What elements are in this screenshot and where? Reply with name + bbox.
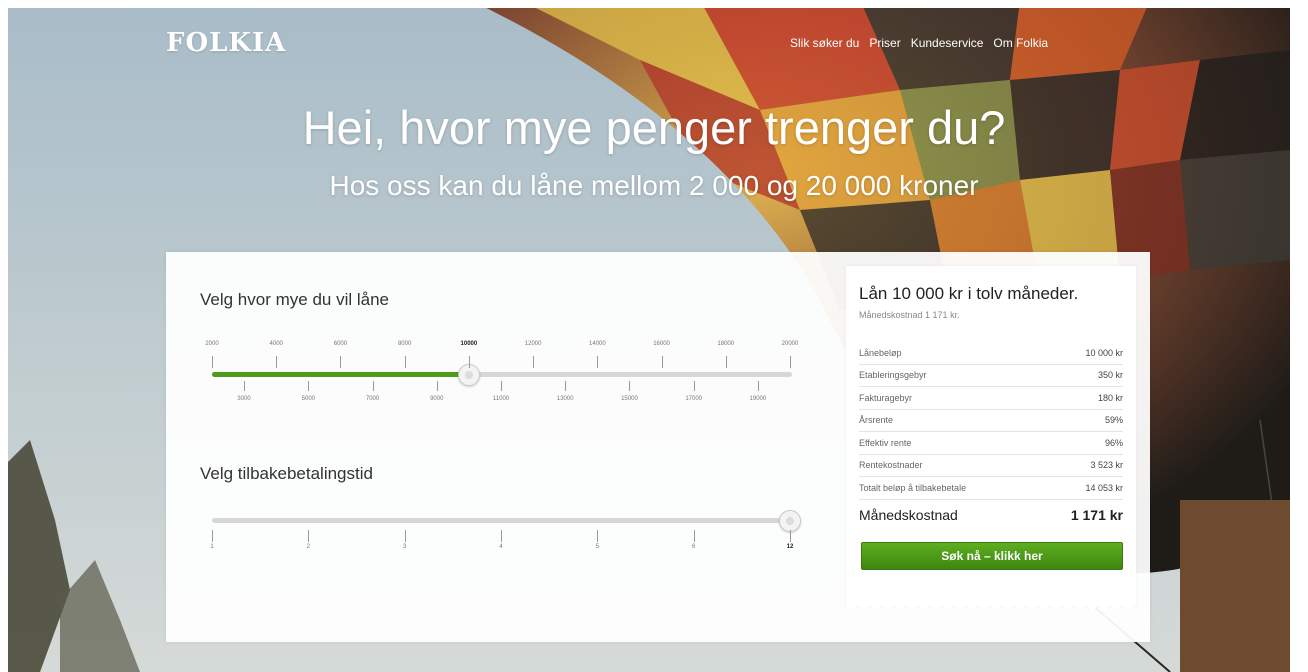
amount-tick-label: 14000 <box>588 341 606 347</box>
amount-tick-label: 18000 <box>717 341 735 347</box>
amount-tick-minor <box>372 381 374 391</box>
amount-tick-label: 3000 <box>237 396 251 402</box>
term-tick <box>308 530 310 542</box>
term-tick-label: 5 <box>595 544 599 550</box>
summary-row-rentekostnader: Rentekostnader 3 523 kr <box>859 455 1123 477</box>
summary-rows: Lånebeløp 10 000 kr Etableringsgebyr 350… <box>859 342 1123 530</box>
amount-tick-major <box>790 356 791 368</box>
term-tick-label: 1 <box>210 544 214 550</box>
amount-tick-label: 5000 <box>301 396 315 402</box>
row-value: 96% <box>1104 437 1123 448</box>
amount-tick-major <box>597 356 599 368</box>
amount-tick-major <box>661 356 663 368</box>
term-tick-label: 4 <box>499 544 503 550</box>
row-value: 59% <box>1104 415 1123 426</box>
amount-tick-major <box>533 356 535 368</box>
summary-row-lanebelop: Lånebeløp 10 000 kr <box>859 342 1123 365</box>
nav-link-om-folkia[interactable]: Om Folkia <box>993 36 1048 50</box>
amount-tick-label: 16000 <box>653 341 670 347</box>
folkia-logo[interactable]: FOLKIA <box>166 28 286 58</box>
amount-tick-major <box>212 356 213 368</box>
summary-row-effektiv-rente: Effektiv rente 96% <box>859 432 1123 455</box>
amount-tick-minor <box>244 381 246 391</box>
term-tick <box>597 530 599 542</box>
summary-row-etableringsgebyr: Etableringsgebyr 350 kr <box>859 365 1123 387</box>
amount-tick-label: 12000 <box>524 341 542 347</box>
amount-tick-label: 7000 <box>365 396 380 402</box>
amount-tick-label: 2000 <box>205 341 219 347</box>
amount-tick-label: 10000 <box>460 341 478 347</box>
main-nav: Slik søker du Priser Kundeservice Om Fol… <box>790 36 1048 50</box>
amount-tick-major <box>725 356 727 368</box>
amount-tick-label: 4000 <box>269 341 283 347</box>
summary-title: Lån 10 000 kr i tolv måneder. <box>859 284 1079 303</box>
apply-now-button[interactable]: Søk nå – klikk her <box>861 542 1123 570</box>
pricing-disclaimer <box>170 653 1070 665</box>
summary-row-fakturagebyr: Fakturagebyr 180 kr <box>859 387 1123 410</box>
row-label: Totalt beløp å tilbakebetale <box>859 482 967 493</box>
amount-tick-major <box>404 356 406 368</box>
total-label: Månedskostnad <box>859 506 958 523</box>
term-slider-label: Velg tilbakebetalingstid <box>200 464 373 483</box>
row-value: 3 523 kr <box>1090 460 1123 471</box>
summary-subtitle: Månedskostnad 1 171 kr. <box>859 310 960 320</box>
amount-tick-label: 8000 <box>397 341 412 347</box>
row-label: Fakturagebyr <box>859 392 913 403</box>
amount-tick-major <box>276 356 278 368</box>
row-label: Lånebeløp <box>859 347 902 358</box>
term-slider[interactable]: 1 2 3 4 5 6 12 <box>206 502 801 562</box>
amount-tick-minor <box>565 381 567 391</box>
amount-tick-minor <box>308 381 310 391</box>
nav-link-priser[interactable]: Priser <box>869 36 900 50</box>
summary-row-manedskostnad: Månedskostnad 1 171 kr <box>859 500 1123 530</box>
hero-subtitle: Hos oss kan du låne mellom 2 000 og 20 0… <box>329 170 979 201</box>
term-tick-label: 6 <box>691 544 696 550</box>
term-slider-track[interactable] <box>212 518 792 523</box>
amount-slider-label: Velg hvor mye du vil låne <box>200 290 389 309</box>
term-tick <box>404 530 406 542</box>
amount-tick-minor <box>501 381 502 391</box>
amount-tick-label: 9000 <box>430 396 444 402</box>
amount-tick-label: 13000 <box>556 396 574 402</box>
row-value: 180 kr <box>1097 392 1123 403</box>
amount-tick-major <box>468 356 470 368</box>
amount-tick-label: 17000 <box>685 396 702 402</box>
term-tick <box>693 530 695 542</box>
amount-tick-label: 19000 <box>749 396 767 402</box>
amount-slider-fill <box>212 372 469 377</box>
row-label: Årsrente <box>859 415 894 426</box>
row-value: 14 053 kr <box>1085 482 1123 493</box>
amount-tick-minor <box>436 381 438 391</box>
amount-tick-major <box>340 356 342 368</box>
amount-tick-label: 15000 <box>621 396 638 402</box>
loan-summary-card: Lån 10 000 kr i tolv måneder. Månedskost… <box>846 266 1136 611</box>
row-label: Etableringsgebyr <box>859 370 927 381</box>
amount-tick-minor <box>629 381 631 391</box>
term-tick <box>790 530 791 542</box>
amount-tick-minor <box>757 381 759 391</box>
nav-link-slik-soker-du[interactable]: Slik søker du <box>790 36 859 50</box>
term-slider-handle[interactable] <box>779 510 801 532</box>
term-tick-label: 3 <box>402 544 407 550</box>
amount-slider[interactable]: 2000 4000 6000 8000 10000 12000 14000 16000 1800… <box>205 340 798 402</box>
receipt-zigzag-edge <box>846 604 1136 611</box>
row-value: 10 000 kr <box>1085 347 1123 358</box>
row-value: 350 kr <box>1097 370 1123 381</box>
term-tick-label: 2 <box>306 544 310 550</box>
summary-row-totalt-belop: Totalt beløp å tilbakebetale 14 053 kr <box>859 477 1123 500</box>
hero-title: Hei, hvor mye penger trenger du? <box>302 101 1006 154</box>
term-tick <box>501 530 502 542</box>
row-label: Effektiv rente <box>859 437 912 448</box>
nav-link-kundeservice[interactable]: Kundeservice <box>911 36 984 50</box>
amount-tick-label: 11000 <box>492 396 510 402</box>
row-label: Rentekostnader <box>859 460 923 471</box>
amount-tick-label: 20000 <box>781 341 799 347</box>
term-tick <box>212 530 213 542</box>
total-value: 1 171 kr <box>1070 506 1123 523</box>
amount-tick-minor <box>693 381 695 391</box>
amount-tick-label: 6000 <box>333 341 348 347</box>
term-tick-label: 12 <box>786 544 794 550</box>
summary-row-arsrente: Årsrente 59% <box>859 410 1123 432</box>
